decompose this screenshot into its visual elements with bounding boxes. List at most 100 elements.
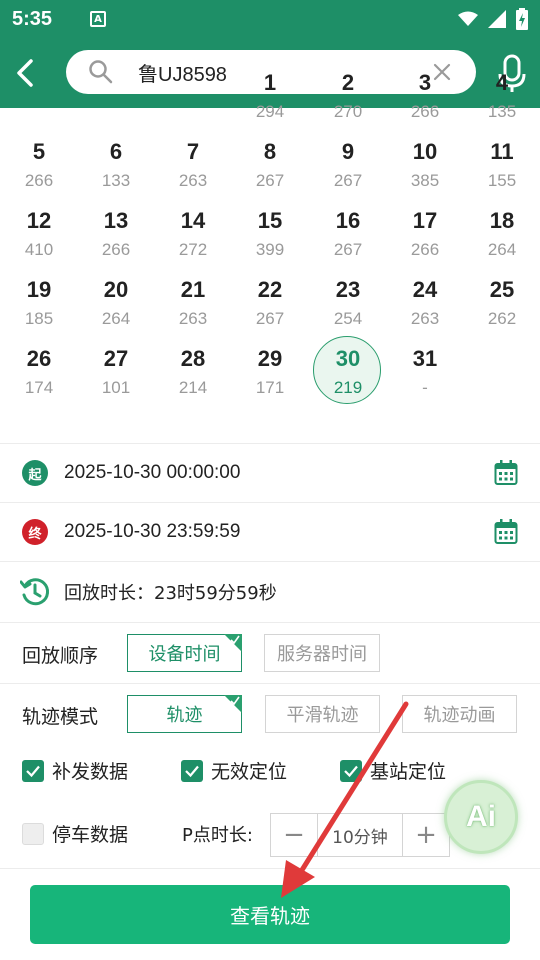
checkbox-unchecked-icon[interactable] [22,822,44,845]
playback-order-label: 回放顺序 [22,645,99,667]
calendar-day[interactable]: 17 266 [390,206,460,275]
plus-button[interactable]: + [403,814,449,856]
calendar-day[interactable]: 28 214 [158,344,228,413]
day-number: 26 [26,346,52,371]
day-number: 6 [109,139,123,164]
day-record-count: 219 [333,378,363,397]
calendar-day[interactable]: 24 263 [390,275,460,344]
calendar-day[interactable]: 9 267 [313,137,383,206]
calendar-day[interactable]: 4 135 [467,68,537,137]
day-record-count: 263 [178,171,208,190]
day-record-count: 174 [24,378,54,397]
day-record-count: 267 [255,171,285,190]
end-time-row[interactable]: 终 2025-10-30 23:59:59 [0,503,540,561]
day-number: 30 [335,346,361,371]
day-record-count: 410 [24,240,54,259]
calendar-day[interactable]: 11 155 [467,137,537,206]
calendar-day[interactable]: 8 267 [235,137,305,206]
calendar-day[interactable]: 25 262 [467,275,537,344]
option-track[interactable]: 轨迹 [127,695,242,733]
calendar-day[interactable]: 2 270 [313,68,383,137]
day-record-count: 266 [101,240,131,259]
start-time-value[interactable]: 2025-10-30 00:00:00 [64,462,240,484]
day-number: 3 [418,70,432,95]
calendar-day[interactable]: 6 133 [81,137,151,206]
notification-a-icon: A [90,11,107,27]
status-bar: 5:35 A [0,0,540,38]
p-duration-stepper: − 10分钟 + [270,813,450,857]
view-track-button[interactable]: 查看轨迹 [30,885,510,944]
day-record-count: 294 [255,102,285,121]
calendar-day[interactable]: 31 - [390,344,460,413]
start-time-row[interactable]: 起 2025-10-30 00:00:00 [0,444,540,502]
checkbox-invalid-location[interactable]: 无效定位 [181,757,287,784]
day-record-count: 262 [487,309,517,328]
checkbox-label: 补发数据 [52,761,129,783]
calendar-day[interactable]: 10 385 [390,137,460,206]
calendar-day[interactable]: 19 185 [4,275,74,344]
checkbox-checked-icon[interactable] [340,759,362,782]
check-icon [230,635,240,645]
option-device-time[interactable]: 设备时间 [127,634,242,672]
battery-icon [516,8,528,30]
day-record-count: 266 [24,171,54,190]
option-label: 轨迹动画 [423,705,496,726]
calendar-day[interactable]: 12 410 [4,206,74,275]
calendar-week-row: 12 410 13 266 14 272 15 399 16 267 17 266 18 264 [0,206,540,275]
calendar-day[interactable]: 21 263 [158,275,228,344]
playback-order-row: 回放顺序 设备时间 服务器时间 [0,623,540,683]
calendar-day[interactable]: 22 267 [235,275,305,344]
option-server-time[interactable]: 服务器时间 [264,634,380,672]
day-record-count: 133 [101,171,131,190]
calendar-day[interactable]: 14 272 [158,206,228,275]
day-record-count: 263 [178,309,208,328]
calendar-icon[interactable] [494,460,518,486]
minus-button[interactable]: − [271,814,317,856]
calendar-day[interactable]: 18 264 [467,206,537,275]
day-record-count: 155 [487,171,517,190]
calendar-day-selected[interactable]: 30 219 [313,336,383,413]
day-number: 25 [489,277,515,302]
calendar-day[interactable]: 3 266 [390,68,460,137]
calendar-day[interactable]: 23 254 [313,275,383,344]
check-icon [230,696,240,706]
day-record-count: 272 [178,240,208,259]
day-record-count: 266 [410,240,440,259]
day-number: 5 [32,139,46,164]
wifi-icon [458,11,478,26]
ai-assistant-button[interactable]: Ai [444,780,518,854]
p-duration-value[interactable]: 10分钟 [317,814,403,856]
option-track-animation[interactable]: 轨迹动画 [402,695,517,733]
calendar-day[interactable]: 29 171 [235,344,305,413]
end-badge: 终 [22,519,48,545]
day-number: 13 [103,208,129,233]
calendar-day[interactable]: 13 266 [81,206,151,275]
calendar-day[interactable]: 5 266 [4,137,74,206]
day-number: 21 [180,277,206,302]
day-record-count: 101 [101,378,131,397]
day-record-count: 399 [255,240,285,259]
checkbox-resend-data[interactable]: 补发数据 [22,757,128,784]
day-number: 22 [257,277,283,302]
calendar-icon[interactable] [494,519,518,545]
checkbox-label: 停车数据 [52,824,129,846]
day-record-count: 185 [24,309,54,328]
checkbox-parking-data[interactable]: 停车数据 [22,820,128,847]
day-record-count: 267 [255,309,285,328]
checkbox-label: 基站定位 [370,761,447,783]
day-number: 2 [341,70,355,95]
day-number: 1 [263,70,277,95]
option-smooth-track[interactable]: 平滑轨迹 [265,695,380,733]
calendar-day[interactable]: 16 267 [313,206,383,275]
day-number: 12 [26,208,52,233]
checkbox-checked-icon[interactable] [22,759,44,782]
checkbox-checked-icon[interactable] [181,759,203,782]
calendar-day[interactable]: 7 263 [158,137,228,206]
calendar-day[interactable]: 1 294 [235,68,305,137]
calendar-day[interactable]: 26 174 [4,344,74,413]
end-time-value[interactable]: 2025-10-30 23:59:59 [64,521,240,543]
calendar-day[interactable]: 15 399 [235,206,305,275]
calendar-day[interactable]: 20 264 [81,275,151,344]
checkbox-base-station[interactable]: 基站定位 [340,757,446,784]
calendar-day[interactable]: 27 101 [81,344,151,413]
